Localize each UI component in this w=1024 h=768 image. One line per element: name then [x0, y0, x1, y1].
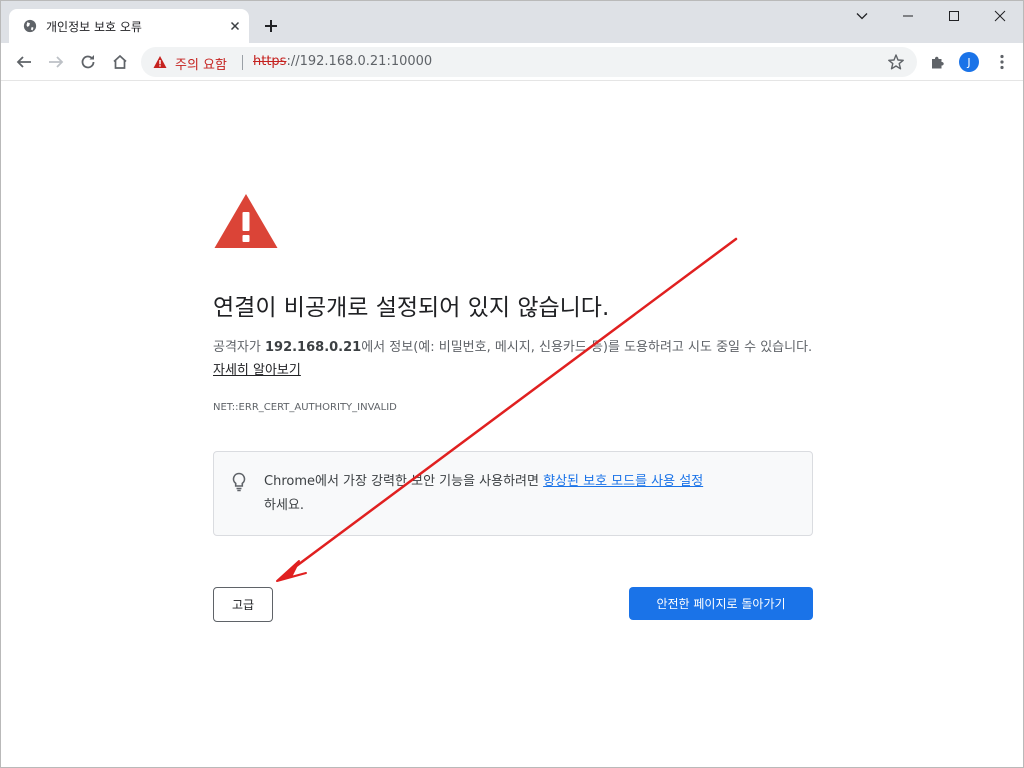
more-vert-icon [1000, 54, 1004, 70]
profile-avatar[interactable]: J [959, 52, 979, 72]
interstitial-page: 연결이 비공개로 설정되어 있지 않습니다. 공격자가 192.168.0.21… [1, 82, 1023, 767]
enhanced-protection-box: Chrome에서 가장 강력한 보안 기능을 사용하려면 향상된 보호 모드를 … [213, 451, 813, 536]
globe-icon [23, 19, 37, 33]
browser-window: 개인정보 보호 오류 주의 요함 https://192.168.0.21:10… [0, 0, 1024, 768]
minimize-button[interactable] [885, 1, 931, 31]
desc-prefix: 공격자가 [213, 340, 265, 355]
tab-search-button[interactable] [839, 1, 885, 31]
home-button[interactable] [108, 50, 132, 74]
omnibox-separator [242, 55, 243, 70]
safe-suffix: 하세요. [264, 498, 305, 513]
browser-toolbar: 주의 요함 https://192.168.0.21:10000 J [1, 43, 1023, 81]
warning-triangle-icon [214, 194, 278, 248]
page-title: 연결이 비공개로 설정되어 있지 않습니다. [213, 295, 610, 321]
address-bar[interactable]: 주의 요함 https://192.168.0.21:10000 [141, 47, 917, 77]
extensions-button[interactable] [926, 50, 950, 74]
enhanced-protection-link[interactable]: 향상된 보호 모드를 사용 설정 [543, 474, 703, 489]
back-button[interactable] [12, 50, 36, 74]
chevron-down-icon [856, 13, 868, 20]
close-icon [994, 10, 1006, 22]
close-window-button[interactable] [977, 1, 1023, 31]
arrow-left-icon [16, 56, 31, 68]
home-icon [113, 54, 127, 69]
reload-icon [81, 55, 95, 69]
new-tab-plus-icon[interactable] [261, 16, 281, 36]
tab-active[interactable]: 개인정보 보호 오류 [9, 9, 249, 43]
desc-suffix: 에서 정보(예: 비밀번호, 메시지, 신용카드 등)를 도용하려고 시도 중일… [361, 340, 813, 355]
lightbulb-icon [232, 472, 246, 492]
puzzle-piece-icon [932, 56, 944, 69]
forward-button[interactable] [44, 50, 68, 74]
enhanced-protection-text: Chrome에서 가장 강력한 보안 기능을 사용하려면 향상된 보호 모드를 … [264, 470, 804, 518]
arrow-right-icon [49, 56, 64, 68]
url-host: ://192.168.0.21:10000 [286, 54, 433, 69]
reload-button[interactable] [76, 50, 100, 74]
url-scheme: https [253, 54, 287, 69]
warning-description: 공격자가 192.168.0.21에서 정보(예: 비밀번호, 메시지, 신용카… [213, 336, 813, 382]
tab-title: 개인정보 보호 오류 [46, 20, 142, 34]
minimize-icon [903, 15, 913, 17]
maximize-button[interactable] [931, 1, 977, 31]
error-code: NET::ERR_CERT_AUTHORITY_INVALID [213, 402, 397, 413]
tab-strip: 개인정보 보호 오류 [1, 1, 1023, 43]
maximize-icon [949, 11, 959, 21]
warning-triangle-icon[interactable] [153, 55, 167, 69]
safe-prefix: Chrome에서 가장 강력한 보안 기능을 사용하려면 [264, 474, 544, 489]
security-warning-label[interactable]: 주의 요함 [175, 54, 227, 73]
menu-button[interactable] [990, 50, 1014, 74]
learn-more-link[interactable]: 자세히 알아보기 [213, 363, 301, 378]
desc-host: 192.168.0.21 [264, 340, 362, 355]
close-tab-icon[interactable] [227, 18, 243, 34]
url-text[interactable]: https://192.168.0.21:10000 [253, 54, 432, 69]
back-to-safety-button[interactable]: 안전한 페이지로 돌아가기 [629, 587, 813, 620]
bookmark-star-icon[interactable] [887, 53, 905, 71]
advanced-button[interactable]: 고급 [213, 587, 273, 622]
